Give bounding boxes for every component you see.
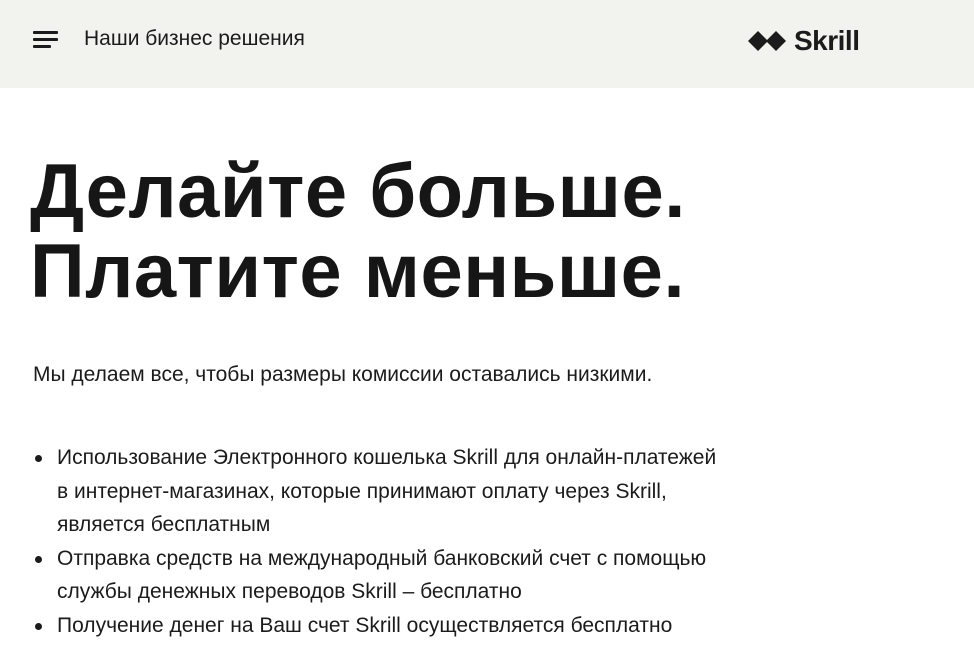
feature-list: Использование Электронного кошелька Skri…: [33, 441, 733, 642]
hero-title-line-1: Делайте больше.: [30, 149, 686, 234]
hamburger-menu-icon[interactable]: [33, 29, 58, 49]
lead-text: Мы делаем все, чтобы размеры комиссии ос…: [33, 363, 653, 386]
skrill-diamond-arrow-icon: [748, 31, 786, 51]
feature-list-item: Получение денег на Ваш счет Skrill осуще…: [33, 609, 733, 643]
logo-text: Skrill: [794, 25, 860, 56]
feature-list-item: Использование Электронного кошелька Skri…: [33, 441, 733, 542]
hero-title-line-2: Платите меньше.: [30, 229, 686, 314]
hero-title: Делайте больше. Платите меньше.: [30, 152, 686, 312]
feature-list-item: Отправка средств на международный банков…: [33, 542, 733, 609]
menu-icon-line: [33, 31, 58, 34]
menu-icon-line: [33, 38, 58, 41]
menu-icon-line: [33, 45, 51, 48]
skrill-logo[interactable]: Skrill: [748, 24, 860, 58]
header-title[interactable]: Наши бизнес решения: [84, 26, 305, 52]
site-header: Наши бизнес решения Skrill: [0, 0, 974, 88]
